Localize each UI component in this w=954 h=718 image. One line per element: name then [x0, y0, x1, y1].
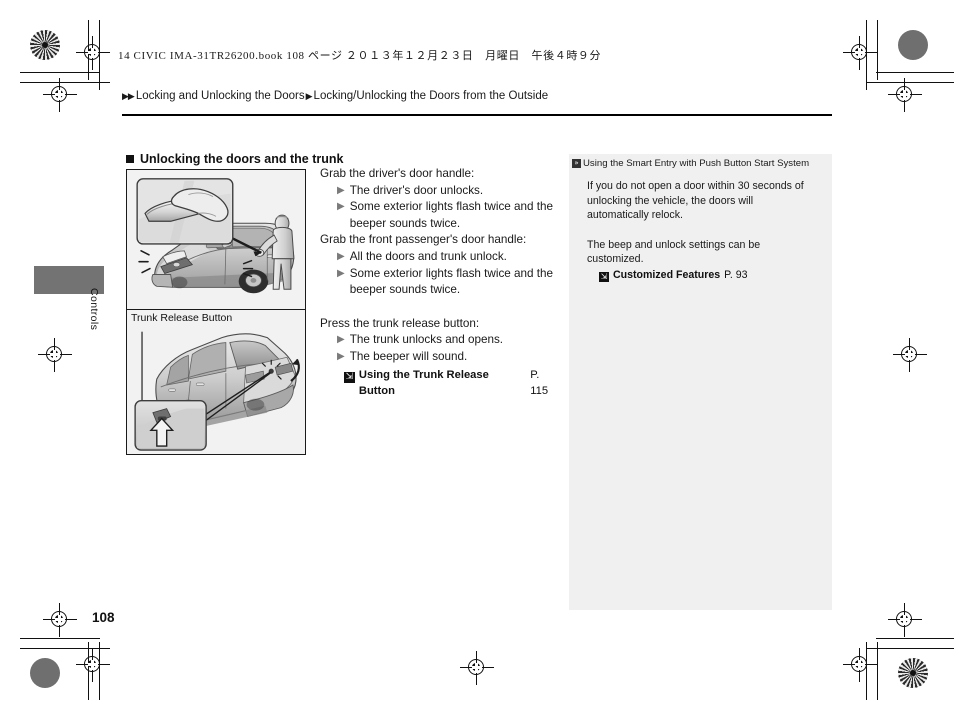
- registration-target-bottom-inner-left: [76, 648, 110, 682]
- list-item: ▶ Some exterior lights flash twice and t…: [320, 266, 560, 299]
- trim-line: [20, 648, 110, 650]
- registration-target-top-right: [843, 36, 877, 70]
- registration-target-bottom-inner-right: [888, 603, 922, 637]
- trim-line: [20, 72, 100, 74]
- trim-line: [88, 20, 90, 80]
- trim-line: [866, 648, 954, 650]
- trim-line: [866, 82, 954, 84]
- square-bullet-icon: [126, 155, 134, 163]
- instruction-lead: Press the trunk release button:: [320, 316, 480, 330]
- trim-line: [866, 642, 868, 700]
- trim-line: [877, 642, 879, 700]
- list-item: ▶ All the doors and trunk unlock.: [320, 249, 560, 266]
- list-item: ▶ The trunk unlocks and opens.: [320, 332, 560, 349]
- info-panel-header: » Using the Smart Entry with Push Button…: [569, 154, 832, 170]
- info-panel: » Using the Smart Entry with Push Button…: [569, 154, 832, 610]
- cross-reference-title: Customized Features: [613, 268, 721, 281]
- trim-line: [876, 638, 954, 640]
- list-item: ▶ The driver's door unlocks.: [320, 183, 560, 200]
- unlocking-doors-illustration: [126, 169, 306, 310]
- trim-line: [877, 20, 879, 80]
- page-reference-icon: ⇲: [599, 271, 609, 282]
- page-reference-icon: ⇲: [344, 371, 355, 383]
- trim-line: [866, 20, 868, 90]
- registration-target-bottom-left: [43, 603, 77, 637]
- registration-target-top-left: [43, 78, 77, 112]
- note-marker-icon: »: [572, 159, 581, 168]
- registration-target-right-middle: [893, 338, 927, 372]
- right-triangle-icon: ▶: [337, 350, 345, 362]
- trim-line: [20, 638, 100, 640]
- list-item-text: The driver's door unlocks.: [349, 183, 484, 197]
- list-item-text: The beeper will sound.: [349, 349, 468, 363]
- page-title: Unlocking the doors and the trunk: [126, 152, 343, 166]
- instruction-lead: Grab the front passenger's door handle:: [320, 233, 527, 247]
- instruction-lead: Grab the driver's door handle:: [320, 167, 475, 180]
- trim-line: [99, 20, 101, 90]
- print-star-dot-top-left: [30, 30, 60, 60]
- breadcrumb: ▶▶ Locking and Unlocking the Doors ▶ Lockin…: [122, 90, 548, 102]
- list-item-text: All the doors and trunk unlock.: [349, 249, 507, 263]
- breadcrumb-level-2[interactable]: Locking/Unlocking the Doors from the Out…: [314, 90, 549, 102]
- registration-target-left-middle: [38, 338, 72, 372]
- list-item: ▶ Some exterior lights flash twice and t…: [320, 199, 560, 232]
- list-item: ▶ The beeper will sound.: [320, 349, 560, 366]
- double-right-arrow-icon: ▶▶: [122, 90, 135, 101]
- chapter-tab-label: Controls: [88, 288, 100, 331]
- header-divider: [122, 114, 832, 116]
- cross-reference-customized-features[interactable]: ⇲ Customized Features P. 93: [587, 268, 814, 283]
- list-item-text: Some exterior lights flash twice and the…: [349, 200, 554, 230]
- print-file-header: 14 CIVIC IMA-31TR26200.book 108 ページ ２０１３…: [118, 50, 602, 62]
- info-panel-header-text: Using the Smart Entry with Push Button S…: [583, 158, 810, 169]
- figure-caption-trunk-release: Trunk Release Button: [131, 312, 233, 324]
- page-number: 108: [92, 610, 115, 625]
- right-arrow-icon: ▶: [305, 90, 313, 101]
- registration-target-bottom-middle: [460, 651, 494, 685]
- registration-target-bottom-right: [843, 648, 877, 682]
- right-triangle-icon: ▶: [337, 201, 345, 213]
- registration-target-top-inner-left: [76, 36, 110, 70]
- trim-line: [88, 642, 90, 700]
- cross-reference-page: P. 115: [530, 368, 549, 398]
- trim-line: [20, 82, 110, 84]
- print-star-dot-bottom-right: [898, 658, 928, 688]
- right-triangle-icon: ▶: [337, 184, 345, 196]
- print-solid-dot-bottom-left: [30, 658, 60, 688]
- info-paragraph-1: If you do not open a door within 30 seco…: [587, 180, 804, 222]
- cross-reference-trunk-release[interactable]: ⇲ Using the Trunk Release Button P. 115: [320, 367, 560, 400]
- registration-target-top-inner-right: [888, 78, 922, 112]
- instruction-list: Grab the driver's door handle: ▶ The dri…: [320, 166, 560, 400]
- info-panel-body: If you do not open a door within 30 seco…: [569, 170, 832, 283]
- right-triangle-icon: ▶: [337, 334, 345, 346]
- list-item-text: Some exterior lights flash twice and the…: [349, 266, 554, 297]
- cross-reference-page: P. 93: [724, 268, 748, 281]
- right-triangle-icon: ▶: [337, 267, 345, 279]
- list-item-text: The trunk unlocks and opens.: [349, 333, 504, 347]
- right-triangle-icon: ▶: [337, 250, 345, 262]
- section-title-text: Unlocking the doors and the trunk: [140, 152, 344, 166]
- breadcrumb-level-1[interactable]: Locking and Unlocking the Doors: [136, 90, 305, 102]
- trim-line: [99, 642, 101, 700]
- trunk-release-button-illustration: [126, 309, 306, 455]
- info-paragraph-2: The beep and unlock settings can be cust…: [587, 238, 761, 266]
- cross-reference-title: Using the Trunk Release Button: [358, 368, 489, 398]
- trim-line: [876, 72, 954, 74]
- print-solid-dot-top-right: [898, 30, 928, 60]
